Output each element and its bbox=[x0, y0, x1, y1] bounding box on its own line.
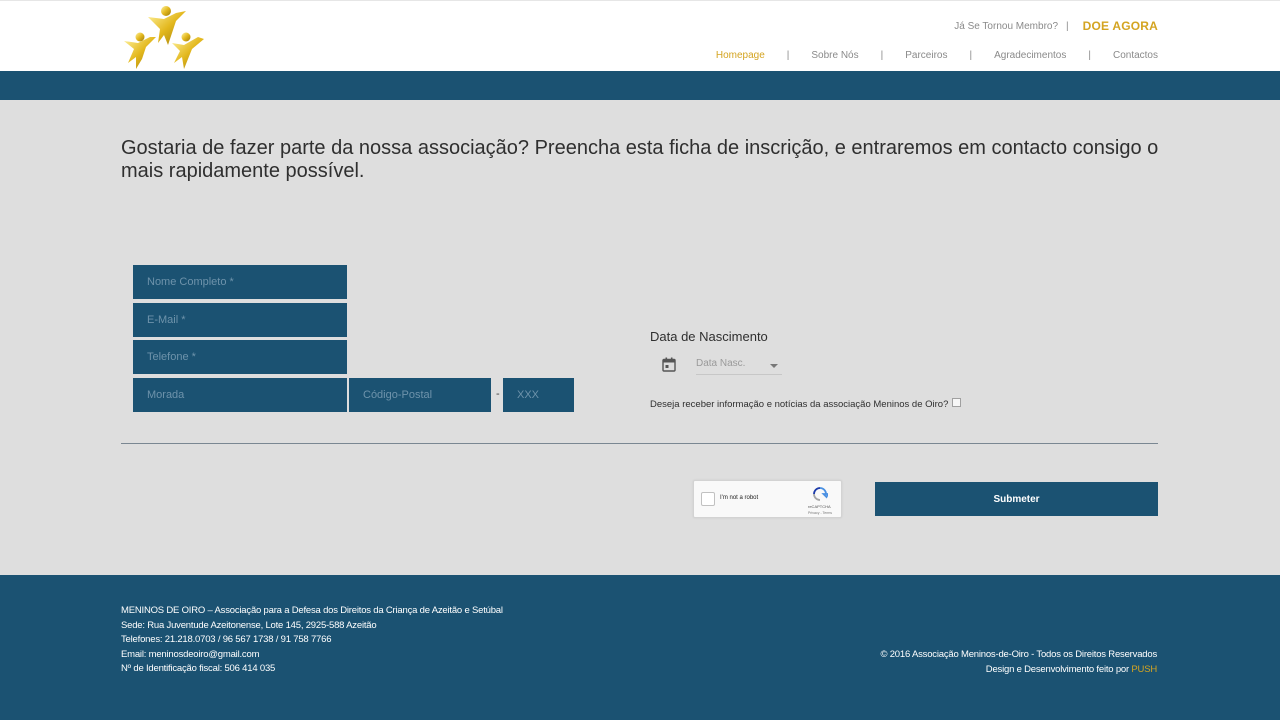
dob-select[interactable]: Data Nasc. bbox=[696, 355, 782, 375]
footer-copyright: © 2016 Associação Meninos-de-Oiro - Todo… bbox=[880, 649, 1157, 660]
recaptcha-label: I'm not a robot bbox=[720, 495, 759, 501]
recaptcha-terms[interactable]: Privacy - Terms bbox=[808, 511, 832, 515]
intro-text: Gostaria de fazer parte da nossa associa… bbox=[121, 137, 1159, 182]
push-link[interactable]: PUSH bbox=[1131, 664, 1157, 675]
footer-contact-info: MENINOS DE OIRO – Associação para a Defe… bbox=[121, 604, 503, 677]
dropdown-caret-icon bbox=[770, 364, 778, 368]
nav-separator: | bbox=[786, 50, 790, 61]
main-nav: Homepage | Sobre Nós | Parceiros | Agrad… bbox=[716, 50, 1158, 61]
full-name-input[interactable] bbox=[133, 265, 347, 299]
recaptcha-brand: reCAPTCHA bbox=[808, 504, 831, 509]
newsletter-checkbox[interactable] bbox=[952, 398, 962, 407]
postal-ext-input[interactable] bbox=[503, 378, 574, 412]
nav-item-contactos[interactable]: Contactos bbox=[1113, 50, 1158, 61]
footer-credits: © 2016 Associação Meninos-de-Oiro - Todo… bbox=[880, 648, 1157, 677]
donate-button[interactable]: DOE AGORA bbox=[1083, 19, 1158, 33]
footer-tax-id: Nº de Identificação fiscal: 506 414 035 bbox=[121, 663, 276, 674]
header-band bbox=[0, 71, 1280, 100]
submit-button[interactable]: Submeter bbox=[875, 482, 1158, 516]
nav-item-sobre-nos[interactable]: Sobre Nós bbox=[811, 50, 858, 61]
footer-address: Sede: Rua Juventude Azeitonense, Lote 14… bbox=[121, 619, 377, 631]
recaptcha-icon bbox=[813, 487, 828, 501]
nav-separator: | bbox=[1088, 50, 1091, 61]
logo-stars-icon[interactable] bbox=[120, 3, 208, 71]
site-footer: MENINOS DE OIRO – Associação para a Defe… bbox=[0, 575, 1280, 720]
dob-label: Data de Nascimento bbox=[650, 329, 768, 344]
footer-email[interactable]: Email: meninosdeoiro@gmail.com bbox=[121, 648, 503, 663]
nav-separator: | bbox=[969, 50, 973, 61]
calendar-icon[interactable] bbox=[662, 357, 676, 372]
postal-dash: - bbox=[496, 388, 500, 400]
nav-item-homepage[interactable]: Homepage bbox=[716, 50, 765, 61]
site-header: Já Se Tornou Membro? | DOE AGORA Homepag… bbox=[0, 0, 1280, 71]
phone-input[interactable] bbox=[133, 340, 347, 374]
footer-phones: Telefones: 21.218.0703 / 96 567 1738 / 9… bbox=[121, 634, 332, 645]
footer-org-name: MENINOS DE OIRO – Associação para a Defe… bbox=[121, 605, 503, 616]
form-divider bbox=[121, 443, 1158, 444]
address-input[interactable] bbox=[133, 378, 347, 412]
dob-select-value: Data Nasc. bbox=[696, 358, 746, 369]
nav-item-agradecimentos[interactable]: Agradecimentos bbox=[994, 50, 1066, 61]
nav-item-parceiros[interactable]: Parceiros bbox=[905, 50, 947, 61]
member-link[interactable]: Já Se Tornou Membro? bbox=[954, 21, 1058, 32]
email-input[interactable] bbox=[133, 303, 347, 337]
top-separator: | bbox=[1066, 20, 1069, 32]
top-links: Já Se Tornou Membro? | DOE AGORA bbox=[954, 19, 1158, 33]
footer-credit: Design e Desenvolvimento feito por PUSH bbox=[880, 663, 1157, 678]
nav-separator: | bbox=[880, 50, 884, 61]
footer-credit-prefix: Design e Desenvolvimento feito por bbox=[985, 663, 1132, 675]
newsletter-label: Deseja receber informação e notícias da … bbox=[650, 399, 949, 410]
recaptcha-widget: I'm not a robot reCAPTCHA Privacy - Term… bbox=[693, 480, 842, 518]
postal-code-input[interactable] bbox=[349, 378, 491, 412]
newsletter-option: Deseja receber informação e notícias da … bbox=[650, 398, 962, 410]
recaptcha-checkbox[interactable] bbox=[701, 492, 715, 506]
